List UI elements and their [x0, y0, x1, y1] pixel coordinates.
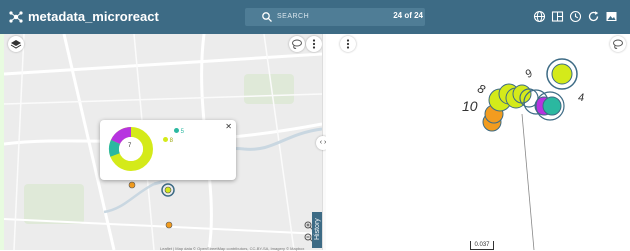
search-icon: [262, 12, 272, 22]
history-tab[interactable]: History: [312, 212, 322, 248]
map-marker-selected[interactable]: [160, 182, 176, 198]
refresh-icon[interactable]: [587, 10, 600, 23]
layout-icon[interactable]: [551, 10, 564, 23]
lasso-button[interactable]: [289, 36, 305, 52]
leaf-label-10: 10: [462, 98, 478, 114]
microreact-logo-icon: [9, 11, 23, 23]
leaf-label-4: 4: [578, 92, 585, 104]
globe-icon[interactable]: [533, 10, 546, 23]
map-marker-orange-south[interactable]: [164, 220, 174, 230]
history-label: History: [314, 218, 321, 240]
popup-legend-item-teal: 5: [174, 128, 184, 135]
history-clock-icon[interactable]: [569, 10, 582, 23]
cluster-donut-chart: [108, 127, 153, 171]
map-cluster-popup: ✕ 7 5 8: [100, 120, 236, 180]
app-header: metadata_microreact SEARCH 24 of 24: [0, 0, 630, 34]
cluster-count: 7: [128, 143, 132, 149]
map-panel[interactable]: ✕ 7 5 8: [4, 34, 322, 250]
search-placeholder: SEARCH: [277, 13, 310, 20]
search-count: 24 of 24: [393, 11, 423, 20]
popup-close-button[interactable]: ✕: [225, 122, 232, 131]
map-menu-button[interactable]: [306, 36, 322, 52]
tree-scale-bar: 0.037: [470, 241, 494, 250]
phylogenetic-tree[interactable]: [326, 34, 630, 250]
tree-panel[interactable]: 10 8 9 4: [326, 34, 630, 250]
lasso-icon: [292, 39, 302, 49]
more-vertical-icon: [312, 39, 316, 49]
map-attribution[interactable]: Leaflet | Map data © OpenStreetMap contr…: [160, 246, 304, 251]
image-export-icon[interactable]: [605, 10, 618, 23]
popup-legend-item-yellow: 8: [163, 137, 173, 144]
map-marker-orange[interactable]: [127, 180, 137, 190]
app-title: metadata_microreact: [28, 9, 159, 24]
layers-icon: [10, 40, 22, 49]
layers-button[interactable]: [8, 36, 24, 52]
